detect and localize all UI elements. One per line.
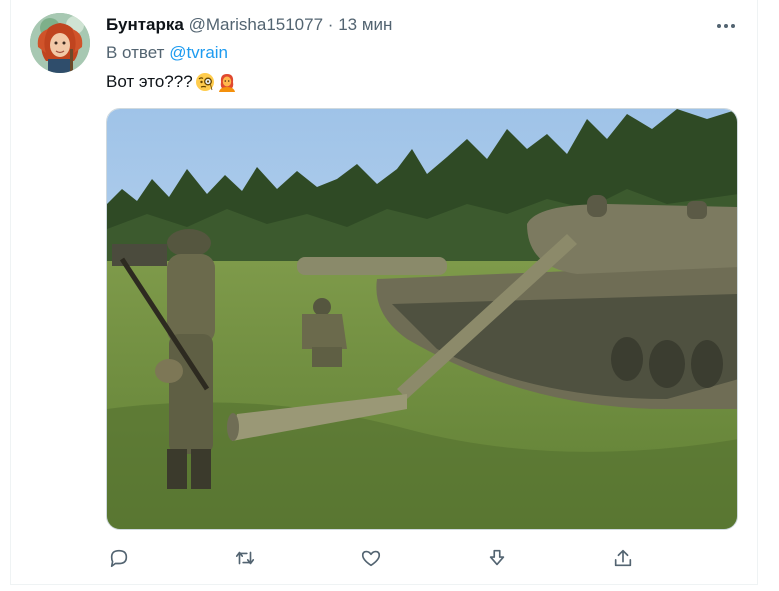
tweet-header: Бунтарка @Marisha151077 · 13 мин: [106, 15, 392, 35]
tweet-actions-bar: [106, 545, 666, 571]
reply-icon: [110, 549, 128, 568]
monocle-face-emoji-icon: [195, 73, 214, 91]
author-name[interactable]: Бунтарка: [106, 15, 184, 34]
author-handle[interactable]: @Marisha151077: [189, 15, 323, 34]
reply-button[interactable]: [106, 545, 132, 571]
tweet-text: Вот это???: [106, 72, 237, 92]
download-icon: [489, 549, 505, 566]
retweet-icon: [235, 551, 255, 565]
separator-dot: ·: [327, 15, 334, 34]
tweet-text-content: Вот это???: [106, 72, 193, 91]
avatar[interactable]: [30, 13, 90, 73]
photo-inflatable-tank-soldiers-icon: [107, 109, 737, 529]
reply-mention-link[interactable]: @tvrain: [169, 43, 228, 62]
share-icon: [614, 549, 632, 567]
download-button[interactable]: [484, 545, 510, 571]
tweet-photo[interactable]: [106, 108, 738, 530]
more-options-icon[interactable]: [714, 14, 738, 38]
reply-context: В ответ @tvrain: [106, 43, 228, 63]
tweet-timestamp[interactable]: 13 мин: [338, 15, 392, 34]
person-red-hair-emoji-icon: [218, 74, 235, 92]
like-button[interactable]: [358, 545, 384, 571]
share-button[interactable]: [610, 545, 636, 571]
avatar-image-icon: [30, 13, 90, 73]
reply-prefix: В ответ: [106, 43, 165, 62]
like-icon: [361, 550, 381, 567]
retweet-button[interactable]: [232, 545, 258, 571]
